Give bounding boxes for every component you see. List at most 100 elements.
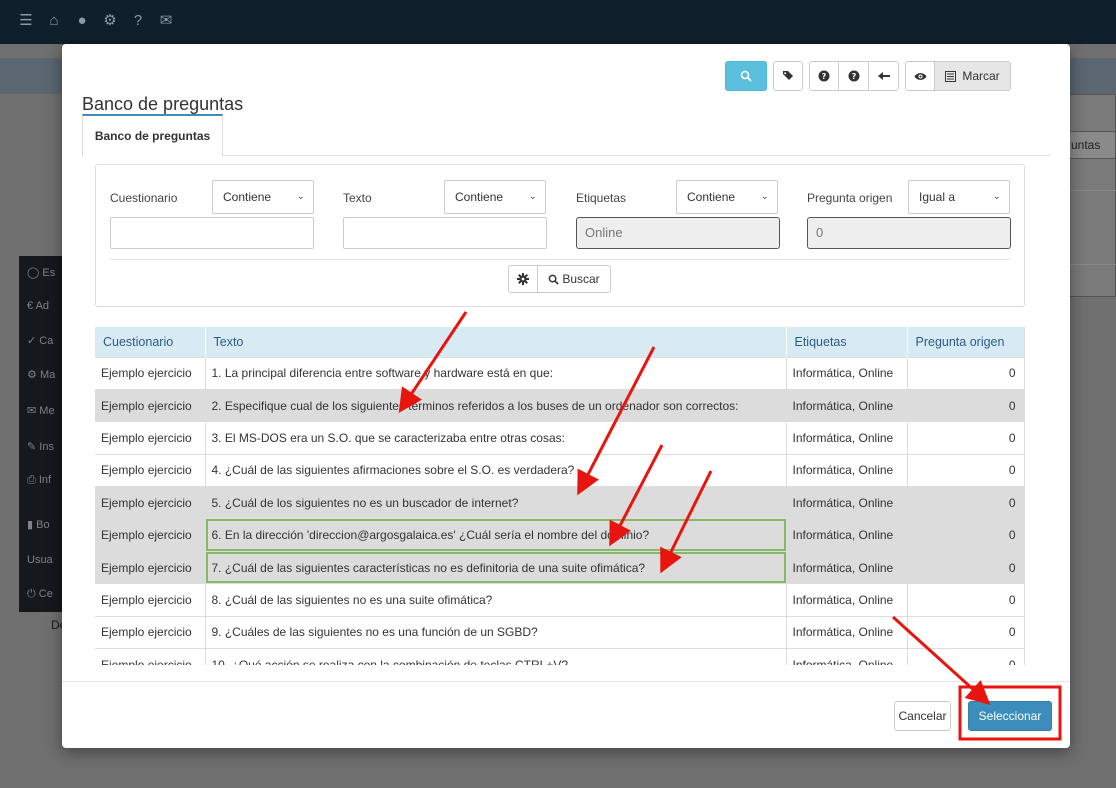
sidebar-item[interactable]: ✎ Ins	[27, 440, 67, 460]
cancel-button[interactable]: Cancelar	[894, 701, 951, 731]
cell-etiquetas[interactable]: Informática, Online	[786, 453, 908, 487]
cell-cuestionario[interactable]: Ejemplo ejercicio	[95, 486, 206, 519]
view-button[interactable]	[905, 61, 935, 91]
cell-cuestionario[interactable]: Ejemplo ejercicio	[95, 550, 206, 584]
table-row[interactable]: Ejemplo ejercicio 9. ¿Cuáles de las sigui…	[95, 615, 1024, 649]
sidebar-item[interactable]: Usua	[27, 554, 67, 574]
svg-text:?: ?	[851, 72, 856, 81]
back-button[interactable]	[869, 61, 899, 91]
filter-settings-button[interactable]	[508, 265, 538, 293]
user-icon[interactable]: ●	[74, 10, 90, 32]
column-header-cuestionario[interactable]: Cuestionario	[95, 327, 206, 357]
cell-texto[interactable]: 6. En la dirección 'direccion@argosgalai…	[205, 518, 787, 552]
sidebar-item[interactable]: ⚙ Ma	[27, 368, 67, 388]
marcar-button[interactable]: Marcar	[935, 61, 1011, 91]
home-icon[interactable]: ⌂	[46, 10, 62, 32]
table-row[interactable]: Ejemplo ejercicio 5. ¿Cuál de los siguien…	[95, 486, 1024, 519]
cell-etiquetas[interactable]: Informática, Online	[786, 518, 908, 552]
cell-pregunta-origen[interactable]: 0	[907, 550, 1024, 584]
column-header-texto[interactable]: Texto	[205, 327, 787, 357]
cell-texto[interactable]: 8. ¿Cuál de las siguientes no es una sui…	[205, 583, 787, 617]
cell-texto[interactable]: 7. ¿Cuál de las siguientes característic…	[205, 550, 787, 584]
buscar-button[interactable]: Buscar	[537, 265, 611, 293]
cell-cuestionario[interactable]: Ejemplo ejercicio	[95, 421, 206, 455]
etiquetas-operator-select[interactable]: Contiene ⌄	[676, 180, 778, 214]
tab-banco-de-preguntas[interactable]: Banco de preguntas	[82, 114, 223, 157]
question-button[interactable]: ?	[839, 61, 869, 91]
table-row[interactable]: Ejemplo ejercicio 2. Especifique cual de …	[95, 388, 1024, 422]
sidebar-item[interactable]: ◯ Es	[27, 266, 67, 286]
sidebar-item[interactable]: € Ad	[27, 300, 67, 320]
eye-icon	[914, 72, 926, 80]
cell-etiquetas[interactable]: Informática, Online	[786, 486, 908, 519]
etiquetas-input[interactable]: Online	[576, 217, 780, 249]
cell-pregunta-origen[interactable]: 0	[907, 615, 1024, 649]
cell-texto[interactable]: 3. El MS-DOS era un S.O. que se caracter…	[205, 421, 787, 455]
cell-texto[interactable]: 9. ¿Cuáles de las siguientes no es una f…	[205, 615, 787, 649]
sidebar-item[interactable]: ✉ Me	[27, 404, 67, 424]
sidebar-item[interactable]: ⏻ Ce	[27, 588, 67, 608]
table-row[interactable]: Ejemplo ejercicio 8. ¿Cuál de las siguien…	[95, 583, 1024, 617]
cell-texto[interactable]: 10. ¿Qué acción se realiza con la combin…	[205, 648, 787, 665]
cell-cuestionario[interactable]: Ejemplo ejercicio	[95, 453, 206, 487]
cell-texto[interactable]: 4. ¿Cuál de las siguientes afirmaciones …	[205, 453, 787, 487]
cell-etiquetas[interactable]: Informática, Online	[786, 615, 908, 649]
cell-pregunta-origen[interactable]: 0	[907, 388, 1024, 422]
cuestionario-input[interactable]	[110, 217, 314, 249]
help-icon[interactable]: ?	[130, 10, 146, 32]
cell-pregunta-origen[interactable]: 0	[907, 648, 1024, 665]
texto-input[interactable]	[343, 217, 547, 249]
cell-etiquetas[interactable]: Informática, Online	[786, 356, 908, 390]
table-row[interactable]: Ejemplo ejercicio 1. La principal diferen…	[95, 356, 1024, 390]
cell-texto[interactable]: 5. ¿Cuál de los siguientes no es un busc…	[205, 486, 787, 519]
search-button[interactable]	[725, 61, 767, 91]
cell-cuestionario[interactable]: Ejemplo ejercicio	[95, 615, 206, 649]
table-row[interactable]: Ejemplo ejercicio 7. ¿Cuál de las siguien…	[95, 550, 1024, 584]
cell-etiquetas[interactable]: Informática, Online	[786, 583, 908, 617]
cell-cuestionario[interactable]: Ejemplo ejercicio	[95, 518, 206, 552]
navbar-icons: ☰ ⌂ ● ⚙ ? ✉	[18, 10, 174, 32]
cell-texto[interactable]: 1. La principal diferencia entre softwar…	[205, 356, 787, 390]
cell-pregunta-origen[interactable]: 0	[907, 453, 1024, 487]
tags-button[interactable]	[773, 61, 803, 91]
cell-pregunta-origen[interactable]: 0	[907, 421, 1024, 455]
background-divider	[1068, 190, 1116, 191]
arrow-left-icon	[877, 72, 890, 80]
cell-cuestionario[interactable]: Ejemplo ejercicio	[95, 388, 206, 422]
texto-operator-select[interactable]: Contiene ⌄	[444, 180, 546, 214]
cell-etiquetas[interactable]: Informática, Online	[786, 388, 908, 422]
cell-pregunta-origen[interactable]: 0	[907, 486, 1024, 519]
background-sidebar: ◯ Es € Ad ✓ Ca ⚙ Ma ✉ Me ✎ Ins ⎙ Inf ▮ B…	[19, 256, 63, 612]
sidebar-item[interactable]: ✓ Ca	[27, 334, 67, 354]
question-circle-icon: ?	[848, 70, 859, 82]
table-row[interactable]: Ejemplo ejercicio 3. El MS-DOS era un S.O…	[95, 421, 1024, 455]
chat-icon[interactable]: ✉	[158, 10, 174, 32]
cell-cuestionario[interactable]: Ejemplo ejercicio	[95, 356, 206, 390]
cuestionario-operator-select[interactable]: Contiene ⌄	[212, 180, 314, 214]
table-row[interactable]: Ejemplo ejercicio 10. ¿Qué acción se real…	[95, 648, 1024, 665]
table-header-row: Cuestionario Texto Etiquetas Pregunta or…	[95, 327, 1024, 357]
select-button[interactable]: Seleccionar	[968, 701, 1052, 731]
pregunta-origen-input[interactable]: 0	[807, 217, 1011, 249]
sidebar-item[interactable]: ⎙ Inf	[27, 474, 67, 494]
table-row[interactable]: Ejemplo ejercicio 6. En la dirección 'dir…	[95, 518, 1024, 552]
cell-pregunta-origen[interactable]: 0	[907, 356, 1024, 390]
list-icon[interactable]: ☰	[18, 10, 34, 32]
question-button[interactable]: ?	[809, 61, 839, 91]
cell-texto[interactable]: 2. Especifique cual de los siguientes té…	[205, 388, 787, 422]
questions-table: Cuestionario Texto Etiquetas Pregunta or…	[95, 327, 1024, 665]
column-header-pregunta-origen[interactable]: Pregunta origen	[907, 327, 1024, 357]
cell-etiquetas[interactable]: Informática, Online	[786, 421, 908, 455]
sidebar-item[interactable]: ▮ Bo	[27, 518, 67, 538]
background-preguntas-button[interactable]: untas	[1064, 131, 1116, 159]
column-header-etiquetas[interactable]: Etiquetas	[786, 327, 908, 357]
cell-etiquetas[interactable]: Informática, Online	[786, 648, 908, 665]
cell-pregunta-origen[interactable]: 0	[907, 583, 1024, 617]
table-row[interactable]: Ejemplo ejercicio 4. ¿Cuál de las siguien…	[95, 453, 1024, 487]
cell-cuestionario[interactable]: Ejemplo ejercicio	[95, 648, 206, 665]
cell-cuestionario[interactable]: Ejemplo ejercicio	[95, 583, 206, 617]
cell-etiquetas[interactable]: Informática, Online	[786, 550, 908, 584]
pregunta-origen-operator-select[interactable]: Igual a ⌄	[908, 180, 1010, 214]
cell-pregunta-origen[interactable]: 0	[907, 518, 1024, 552]
gear-icon[interactable]: ⚙	[102, 10, 118, 32]
